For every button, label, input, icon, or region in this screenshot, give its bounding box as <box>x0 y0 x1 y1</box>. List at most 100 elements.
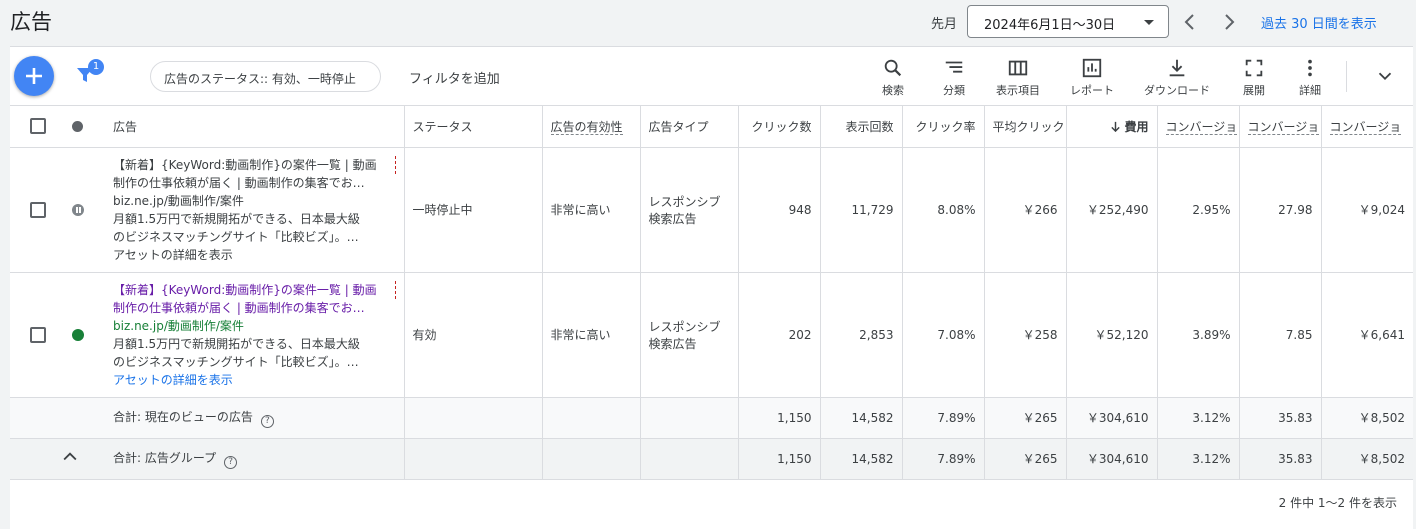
ad-type-cell: レスポンシブ 検索広告 <box>640 272 739 398</box>
total-row-ad-group: 合計: 広告グループ? 1,150 14,582 7.89% ￥265 ￥304… <box>10 438 1413 480</box>
total-empty-cell <box>404 397 543 439</box>
help-icon[interactable]: ? <box>260 414 274 428</box>
total-conv-rate-cell: 3.12% <box>1157 397 1240 439</box>
table-header-row: 広告 ステータス 広告の有効性 広告タイプ クリック数 表示回数 クリック率 平… <box>10 106 1413 148</box>
ad-headline-line1[interactable]: 【新着】{KeyWord:動画制作}の案件一覧 | 動画 <box>113 155 396 174</box>
next-period-button[interactable] <box>1217 10 1241 34</box>
column-header-ctr[interactable]: クリック率 <box>902 106 985 148</box>
more-tool-label: 詳細 <box>1299 84 1321 97</box>
plus-icon <box>26 68 42 84</box>
fullscreen-tool-label: 展開 <box>1243 84 1265 97</box>
toolbar-divider <box>1346 61 1347 92</box>
status-dot-icon[interactable] <box>72 120 83 132</box>
page-title: 広告 <box>10 10 52 34</box>
total-clicks-cell: 1,150 <box>738 397 821 439</box>
search-icon <box>884 59 902 77</box>
impressions-cell: 11,729 <box>820 147 903 273</box>
column-header-cost[interactable]: 費用 <box>1066 106 1158 148</box>
conversions-header-label: コンバージョ <box>1247 119 1320 135</box>
chevron-up-icon[interactable] <box>60 447 80 467</box>
total-empty-cell <box>404 438 543 480</box>
cost-header-label: 費用 <box>1124 119 1149 134</box>
chevron-left-icon <box>1184 14 1194 30</box>
last-30-days-link[interactable]: 過去 30 日間を表示 <box>1261 13 1377 32</box>
column-header-impressions[interactable]: 表示回数 <box>820 106 903 148</box>
filter-chip-ad-status[interactable]: 広告のステータス:: 有効、一時停止 <box>150 61 381 92</box>
status-dot-header <box>58 106 105 148</box>
column-header-avg-cpc[interactable]: 平均クリック <box>984 106 1067 148</box>
ad-strength-cell: 非常に高い <box>542 272 641 398</box>
total-row-current-view: 合計: 現在のビューの広告? 1,150 14,582 7.89% ￥265 ￥… <box>10 397 1413 439</box>
total-empty-cell <box>640 438 739 480</box>
view-asset-details-link[interactable]: アセットの詳細を表示 <box>113 371 396 389</box>
column-header-ad-type[interactable]: 広告タイプ <box>640 106 739 148</box>
avg-cpc-cell: ￥258 <box>984 272 1067 398</box>
ad-description-line1: 月額1.5万円で新規開拓ができる、日本最大級 <box>113 336 360 351</box>
total-ctr-cell: 7.89% <box>902 438 985 480</box>
column-header-conversions[interactable]: コンバージョ <box>1239 106 1322 148</box>
cost-per-conv-cell: ￥6,641 <box>1321 272 1413 398</box>
download-tool-button[interactable]: ダウンロード <box>1138 57 1216 98</box>
ad-description-line2: のビジネスマッチングサイト「比較ビズ」。… <box>113 229 359 244</box>
column-header-cost-per-conv[interactable]: コンバージョ <box>1321 106 1413 148</box>
ad-cell: 【新着】{KeyWord:動画制作}の案件一覧 | 動画 制作の仕事依頼が届く … <box>105 272 405 398</box>
active-status-icon[interactable] <box>72 328 84 341</box>
add-filter-button[interactable]: フィルタを追加 <box>409 68 500 87</box>
date-range-select[interactable]: 2024年6月1日～30日 <box>967 5 1169 38</box>
column-header-ad-strength[interactable]: 広告の有効性 <box>542 106 641 148</box>
report-tool-button[interactable]: レポート <box>1064 57 1120 98</box>
row-checkbox[interactable] <box>30 326 46 343</box>
column-header-status[interactable]: ステータス <box>404 106 543 148</box>
cost-per-conv-header-label: コンバージョ <box>1329 119 1402 135</box>
fullscreen-tool-button[interactable]: 展開 <box>1236 57 1272 98</box>
total-empty-cell <box>640 397 739 439</box>
column-header-ad[interactable]: 広告 <box>105 106 405 148</box>
report-icon <box>1082 58 1102 78</box>
ads-table: 広告 ステータス 広告の有効性 広告タイプ クリック数 表示回数 クリック率 平… <box>10 106 1413 480</box>
column-header-conv-rate[interactable]: コンバージョ <box>1157 106 1240 148</box>
search-tool-button[interactable]: 検索 <box>873 57 913 98</box>
help-icon[interactable]: ? <box>224 455 238 469</box>
ad-type-line1: レスポンシブ <box>648 194 721 209</box>
paused-status-icon[interactable] <box>72 203 84 216</box>
total-avg-cpc-cell: ￥265 <box>984 438 1067 480</box>
total-label: 合計: 現在のビューの広告 <box>113 409 253 424</box>
ctr-cell: 8.08% <box>902 147 985 273</box>
total-label-cell: 合計: 広告グループ? <box>105 438 405 480</box>
ad-strength-cell: 非常に高い <box>542 147 641 273</box>
clicks-cell: 202 <box>738 272 821 398</box>
date-range-value: 2024年6月1日～30日 <box>984 18 1116 33</box>
period-label: 先月 <box>931 17 958 32</box>
total-cost-per-conv-cell: ￥8,502 <box>1321 397 1413 439</box>
segment-tool-label: 分類 <box>943 84 965 97</box>
conv-rate-cell: 2.95% <box>1157 147 1240 273</box>
total-cost-cell: ￥304,610 <box>1066 438 1158 480</box>
segment-tool-button[interactable]: 分類 <box>934 57 974 98</box>
add-button[interactable] <box>14 56 54 96</box>
filter-count-badge: 1 <box>88 59 104 75</box>
previous-period-button[interactable] <box>1178 10 1202 34</box>
fullscreen-icon <box>1245 59 1263 77</box>
total-empty-cell <box>58 397 105 439</box>
total-conversions-cell: 35.83 <box>1239 438 1322 480</box>
collapse-totals-cell <box>58 438 105 480</box>
ad-cell: 【新着】{KeyWord:動画制作}の案件一覧 | 動画 制作の仕事依頼が届く … <box>105 147 405 273</box>
ad-headline-line2[interactable]: 制作の仕事依頼が届く | 動画制作の集客でお… <box>113 174 396 192</box>
chevron-down-icon <box>1378 72 1392 81</box>
row-checkbox[interactable] <box>30 201 46 218</box>
ad-headline-line2[interactable]: 制作の仕事依頼が届く | 動画制作の集客でお… <box>113 299 396 317</box>
select-all-checkbox[interactable] <box>30 118 46 135</box>
columns-tool-button[interactable]: 表示項目 <box>990 57 1046 98</box>
ad-type-line2: 検索広告 <box>648 211 697 226</box>
impressions-cell: 2,853 <box>820 272 903 398</box>
select-all-header <box>10 106 58 148</box>
ctr-cell: 7.08% <box>902 272 985 398</box>
collapse-toolbar-button[interactable] <box>1374 65 1396 91</box>
column-header-clicks[interactable]: クリック数 <box>738 106 821 148</box>
columns-icon <box>1008 60 1028 76</box>
cost-per-conv-cell: ￥9,024 <box>1321 147 1413 273</box>
view-asset-details-link[interactable]: アセットの詳細を表示 <box>113 246 396 264</box>
total-clicks-cell: 1,150 <box>738 438 821 480</box>
more-tool-button[interactable]: 詳細 <box>1292 57 1328 98</box>
ad-headline-line1[interactable]: 【新着】{KeyWord:動画制作}の案件一覧 | 動画 <box>113 280 396 299</box>
